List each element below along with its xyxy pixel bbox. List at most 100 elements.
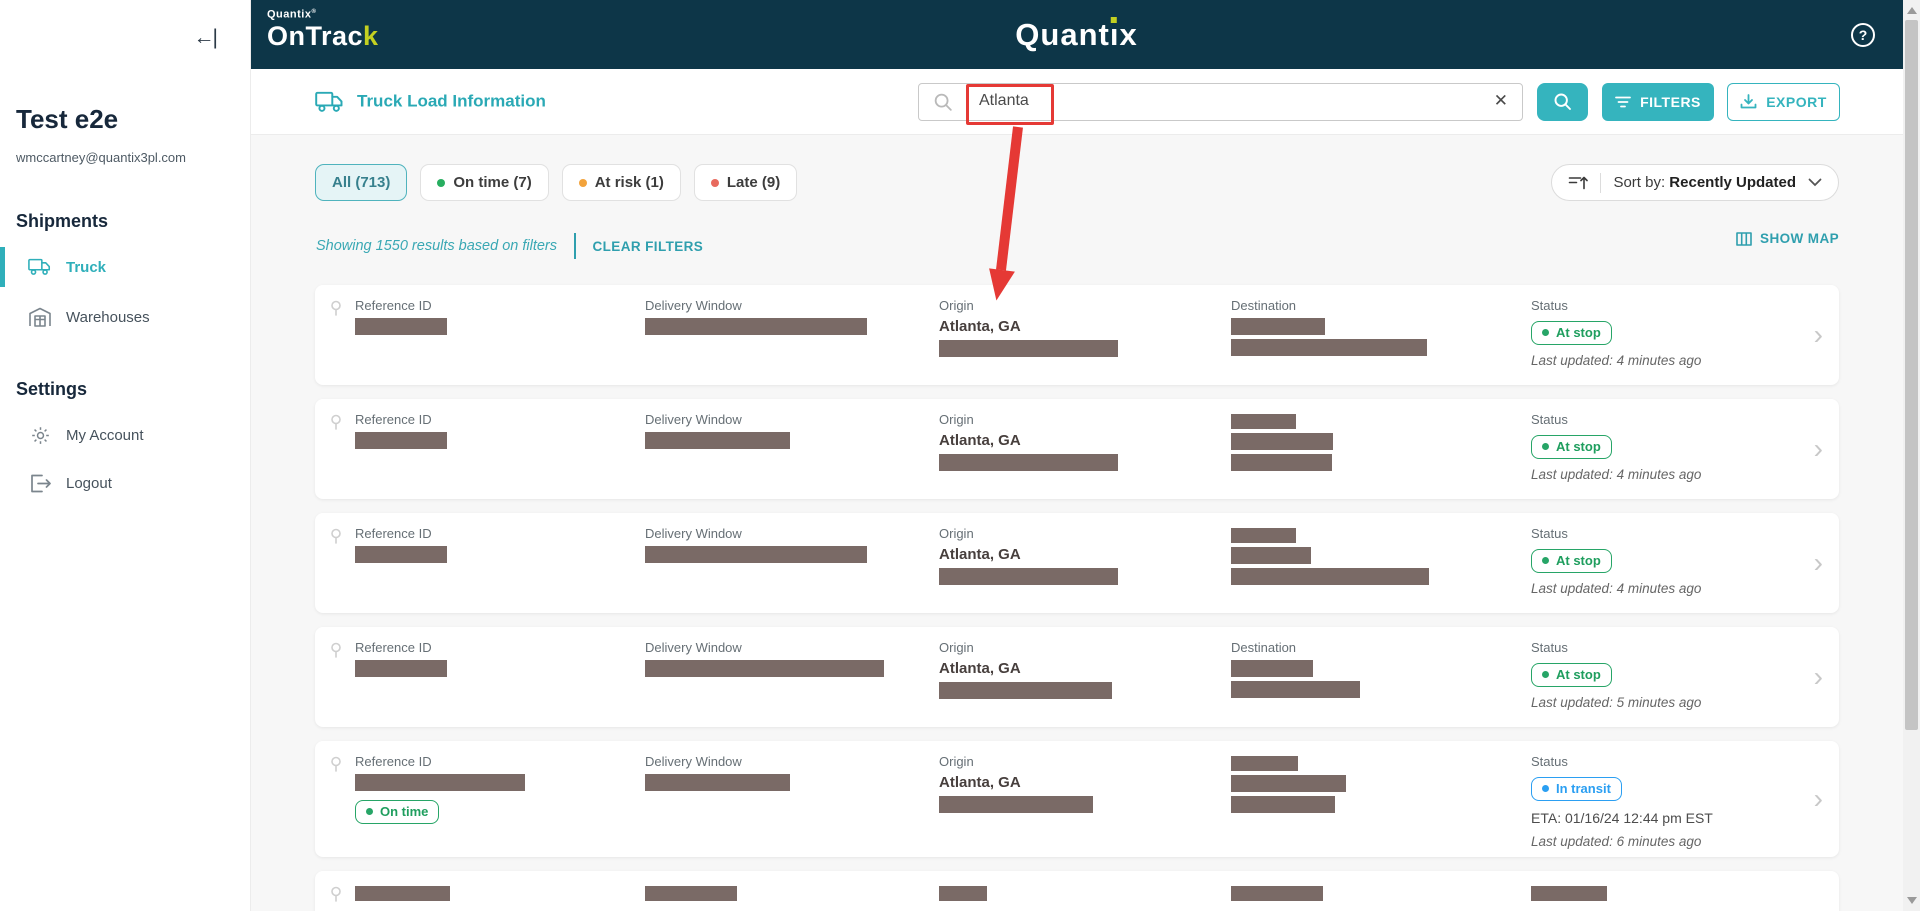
warehouse-icon xyxy=(28,306,52,328)
redacted-bar xyxy=(1231,433,1333,450)
filter-chip-on-time[interactable]: On time (7) xyxy=(420,164,549,201)
status-filter-chips: All (713) On time (7) At risk (1) Late (9) xyxy=(315,164,798,201)
load-card[interactable]: Reference ID Delivery Window Origin Atlanta… xyxy=(315,627,1839,727)
origin-city: Atlanta, GA xyxy=(939,660,1021,677)
origin-city: Atlanta, GA xyxy=(939,774,1021,791)
col-reference-id: Reference ID On time xyxy=(355,741,635,857)
status-dot xyxy=(578,178,587,187)
col-origin xyxy=(939,871,1221,911)
sort-dropdown[interactable]: Sort by: Recently Updated xyxy=(1551,164,1839,201)
redacted-bar xyxy=(355,318,447,335)
col-origin: Origin Atlanta, GA xyxy=(939,285,1221,385)
filters-button[interactable]: FILTERS xyxy=(1602,83,1714,121)
col-label: Status xyxy=(1531,298,1568,313)
pin-icon xyxy=(329,642,343,660)
col-label: Reference ID xyxy=(355,640,432,655)
redacted-bar xyxy=(1231,414,1296,429)
pin-icon xyxy=(329,528,343,546)
chevron-right-icon[interactable]: › xyxy=(1814,435,1823,463)
origin-city: Atlanta, GA xyxy=(939,318,1021,335)
redacted-bar xyxy=(645,546,867,563)
load-card[interactable]: Reference ID Delivery Window Origin Atlanta… xyxy=(315,285,1839,385)
truck-title-icon xyxy=(315,90,345,113)
sidebar-item-my-account[interactable]: My Account xyxy=(0,413,250,457)
col-label: Destination xyxy=(1231,298,1297,313)
status-dot xyxy=(366,808,373,815)
redacted-bar xyxy=(645,660,884,677)
status-badge: In transit xyxy=(1531,777,1622,801)
col-reference-id: Reference ID xyxy=(355,513,635,613)
ontrack-logo: Quantix® OnTrack xyxy=(267,9,379,50)
pin-icon xyxy=(329,756,343,774)
divider xyxy=(1600,172,1602,193)
load-card[interactable]: Reference ID On time Delivery Window Origin… xyxy=(315,741,1839,857)
sidebar-item-warehouses[interactable]: Warehouses xyxy=(0,295,250,339)
section-heading-shipments: Shipments xyxy=(16,211,109,231)
results-count-text: Showing 1550 results based on filters xyxy=(316,238,558,254)
map-icon xyxy=(1736,231,1752,246)
show-map-button[interactable]: SHOW MAP xyxy=(1736,231,1839,246)
status-badge-label: At stop xyxy=(1556,439,1601,454)
col-delivery-window: Delivery Window xyxy=(645,627,929,727)
status-dot xyxy=(1542,671,1549,678)
scrollbar-thumb[interactable] xyxy=(1905,20,1918,730)
chip-label: At risk (1) xyxy=(594,174,664,191)
redacted-bar xyxy=(939,796,1093,813)
status-badge: On time xyxy=(355,800,440,824)
col-status: Status At stop Last updated: 4 minutes ago xyxy=(1531,399,1791,499)
load-card[interactable]: Reference ID Delivery Window Origin Atlanta… xyxy=(315,513,1839,613)
scroll-down-button[interactable] xyxy=(1907,897,1917,904)
search-button[interactable] xyxy=(1537,83,1588,121)
col-label: Delivery Window xyxy=(645,412,742,427)
scroll-up-button[interactable] xyxy=(1907,7,1917,14)
gear-icon xyxy=(28,424,52,446)
filter-chip-late[interactable]: Late (9) xyxy=(693,164,798,201)
chevron-right-icon[interactable]: › xyxy=(1814,321,1823,349)
col-origin: Origin Atlanta, GA xyxy=(939,399,1221,499)
load-card[interactable] xyxy=(315,871,1839,911)
col-label: Origin xyxy=(939,526,974,541)
clear-filters-button[interactable]: CLEAR FILTERS xyxy=(593,239,704,254)
filter-chip-all[interactable]: All (713) xyxy=(315,164,408,201)
origin-city: Atlanta, GA xyxy=(939,432,1021,449)
redacted-bar xyxy=(1231,681,1360,698)
origin-city: Atlanta, GA xyxy=(939,546,1021,563)
status-dot xyxy=(1542,443,1549,450)
chevron-right-icon[interactable]: › xyxy=(1814,785,1823,813)
col-origin: Origin Atlanta, GA xyxy=(939,513,1221,613)
search-input[interactable]: Atlanta ✕ xyxy=(918,83,1523,121)
last-updated-text: Last updated: 4 minutes ago xyxy=(1531,467,1702,482)
status-dot xyxy=(1542,329,1549,336)
clear-search-icon[interactable]: ✕ xyxy=(1494,91,1508,111)
main-region: Quantix® OnTrack Quantıx ? Truck Load In… xyxy=(250,0,1903,911)
load-card[interactable]: Reference ID Delivery Window Origin Atlanta… xyxy=(315,399,1839,499)
help-icon[interactable]: ? xyxy=(1851,22,1875,47)
last-updated-text: Last updated: 4 minutes ago xyxy=(1531,353,1702,368)
export-button[interactable]: EXPORT xyxy=(1727,83,1840,121)
pin-icon xyxy=(329,886,343,904)
redacted-bar xyxy=(1231,318,1325,335)
sidebar-item-logout[interactable]: Logout xyxy=(0,461,250,505)
col-delivery-window: Delivery Window xyxy=(645,285,929,385)
logo-big-text: OnTrac xyxy=(267,20,364,51)
col-label: Status xyxy=(1531,754,1568,769)
status-dot xyxy=(710,178,719,187)
chevron-right-icon[interactable]: › xyxy=(1814,549,1823,577)
col-label: Delivery Window xyxy=(645,754,742,769)
chevron-right-icon[interactable]: › xyxy=(1814,663,1823,691)
sidebar-collapse-icon[interactable]: ←| xyxy=(194,26,219,50)
sidebar-item-truck[interactable]: Truck xyxy=(0,245,250,289)
results-summary: Showing 1550 results based on filters CL… xyxy=(316,233,703,259)
col-label: Origin xyxy=(939,754,974,769)
sidebar-item-label: Warehouses xyxy=(66,308,150,326)
col-origin: Origin Atlanta, GA xyxy=(939,741,1221,857)
col-status: Status In transit ETA: 01/16/24 12:44 pm E… xyxy=(1531,741,1791,857)
sort-icon xyxy=(1568,174,1589,191)
col-status: Status At stop Last updated: 5 minutes ago xyxy=(1531,627,1791,727)
status-badge-label: At stop xyxy=(1556,553,1601,568)
vertical-scrollbar[interactable] xyxy=(1903,0,1920,911)
registered-mark: ® xyxy=(311,9,317,15)
redacted-bar xyxy=(1231,454,1332,471)
status-badge-label: In transit xyxy=(1556,781,1611,796)
filter-chip-at-risk[interactable]: At risk (1) xyxy=(561,164,681,201)
